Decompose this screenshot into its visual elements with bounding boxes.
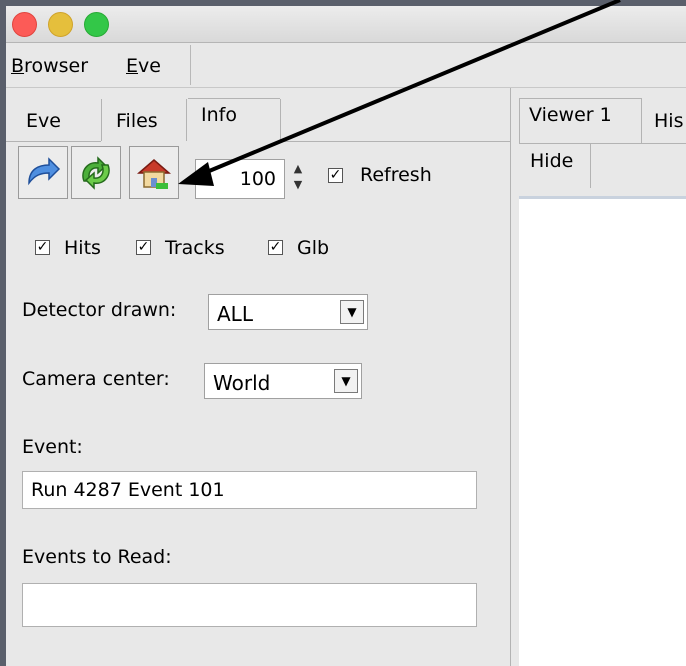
detector-label: Detector drawn: — [22, 299, 177, 321]
app-window: Browser Eve Eve Files Info 100 ▲ ▼ ✓ Ref… — [6, 6, 686, 666]
home-icon — [136, 158, 172, 189]
spinbox-arrows[interactable]: ▲ ▼ — [287, 161, 309, 199]
menu-eve-label: ve — [138, 55, 161, 77]
tab-top-border — [188, 98, 280, 99]
tab-his[interactable]: His — [654, 110, 683, 132]
tracks-checkbox[interactable]: ✓ — [136, 240, 151, 255]
camera-select[interactable]: World ▼ — [204, 363, 362, 399]
event-number-spinbox[interactable]: 100 — [195, 159, 285, 199]
viewer-tab-border — [519, 98, 520, 144]
tracks-label: Tracks — [165, 237, 225, 259]
minimize-window-button[interactable] — [48, 12, 73, 37]
tab-divider — [186, 99, 187, 141]
events-to-read-field[interactable] — [22, 583, 477, 627]
reload-button[interactable] — [71, 146, 121, 199]
viewer-canvas[interactable] — [519, 196, 686, 666]
refresh-label: Refresh — [360, 164, 432, 186]
menu-divider — [190, 45, 191, 85]
tab-underline — [6, 141, 101, 142]
forward-button[interactable] — [18, 146, 68, 199]
menu-browser-label: rowser — [24, 55, 89, 77]
home-button[interactable] — [129, 146, 179, 199]
chevron-down-icon[interactable]: ▼ — [340, 300, 364, 324]
hide-button[interactable]: Hide — [530, 150, 573, 172]
tab-files[interactable]: Files — [116, 110, 158, 132]
close-window-button[interactable] — [12, 12, 37, 37]
detector-select[interactable]: ALL ▼ — [208, 294, 368, 330]
glb-checkbox[interactable]: ✓ — [268, 240, 283, 255]
viewer-tab-border — [641, 98, 642, 144]
spin-down-icon[interactable]: ▼ — [287, 177, 309, 193]
glb-label: Glb — [297, 237, 330, 259]
event-label: Event: — [22, 436, 83, 458]
tab-underline-right — [280, 141, 510, 142]
tab-eve[interactable]: Eve — [26, 110, 61, 132]
tab-info[interactable]: Info — [201, 104, 237, 126]
viewer-tab-underline — [519, 143, 686, 144]
hide-button-border — [590, 144, 591, 188]
menu-browser[interactable]: Browser — [11, 55, 88, 77]
menu-bar: Browser Eve — [6, 43, 686, 88]
hits-label: Hits — [64, 237, 101, 259]
detector-value: ALL — [217, 302, 253, 326]
title-bar[interactable] — [6, 6, 686, 43]
maximize-window-button[interactable] — [84, 12, 109, 37]
chevron-down-icon[interactable]: ▼ — [334, 369, 358, 393]
menu-eve[interactable]: Eve — [126, 55, 161, 77]
menu-browser-mnemonic: B — [11, 55, 25, 77]
refresh-checkbox[interactable]: ✓ — [328, 168, 343, 183]
menu-eve-mnemonic: E — [126, 55, 139, 77]
event-field[interactable]: Run 4287 Event 101 — [22, 471, 477, 509]
refresh-arrows-icon — [82, 155, 110, 190]
forward-arrow-icon — [28, 156, 61, 185]
spin-up-icon[interactable]: ▲ — [287, 161, 309, 177]
panel-splitter[interactable] — [510, 88, 511, 666]
tab-divider — [101, 99, 102, 141]
camera-value: World — [213, 371, 271, 395]
tab-viewer-1[interactable]: Viewer 1 — [529, 104, 612, 126]
camera-label: Camera center: — [22, 368, 170, 390]
viewer-tab-border — [519, 98, 641, 99]
tab-divider — [280, 99, 281, 141]
hits-checkbox[interactable]: ✓ — [35, 240, 50, 255]
events-to-read-label: Events to Read: — [22, 546, 172, 568]
